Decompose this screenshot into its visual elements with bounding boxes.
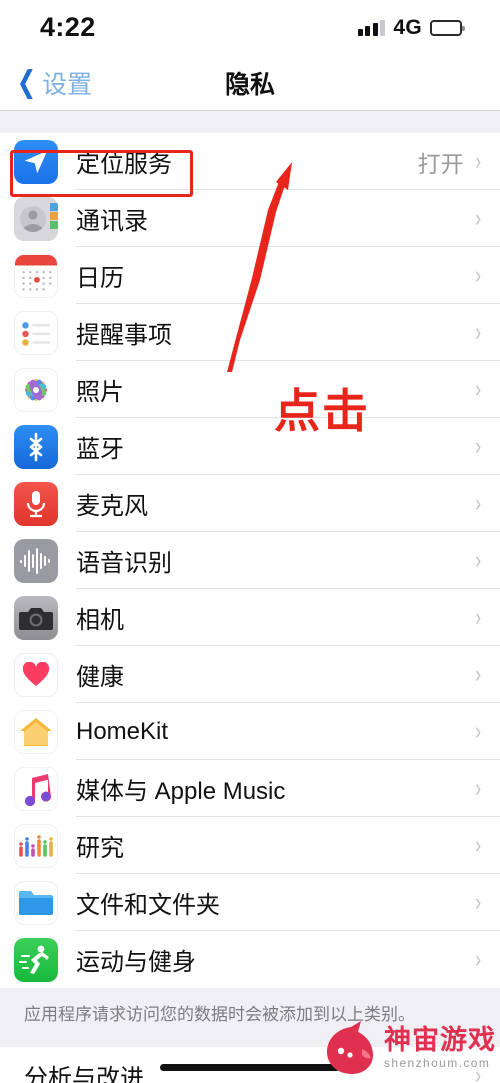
chevron-right-icon: ›	[474, 375, 481, 403]
home-indicator	[160, 1064, 340, 1071]
privacy-row-location-services[interactable]: 定位服务 打开 ›	[0, 133, 500, 190]
privacy-row-camera[interactable]: 相机 ›	[0, 589, 500, 646]
privacy-row-files-folders[interactable]: 文件和文件夹 ›	[0, 874, 500, 931]
chevron-right-icon: ›	[474, 147, 481, 175]
privacy-row-bluetooth[interactable]: 蓝牙 ›	[0, 418, 500, 475]
privacy-row-label: 蓝牙	[76, 436, 124, 463]
privacy-row-value: 打开	[417, 150, 464, 177]
privacy-row-label: 通讯录	[76, 208, 148, 235]
status-bar-time: 4:22	[40, 12, 96, 42]
privacy-row-photos[interactable]: 照片 ›	[0, 361, 500, 418]
privacy-row-label: 麦克风	[76, 493, 148, 520]
health-icon	[14, 652, 58, 697]
chevron-right-icon: ›	[474, 318, 481, 346]
microphone-icon	[14, 481, 58, 526]
photos-icon	[14, 367, 58, 412]
chevron-right-icon: ›	[474, 660, 481, 688]
speech-recognition-icon	[14, 538, 58, 583]
fitness-icon	[14, 937, 58, 982]
privacy-row-label: 日历	[76, 265, 124, 292]
privacy-footer-note: 应用程序请求访问您的数据时会被添加到以上类别。	[0, 988, 500, 1047]
chevron-right-icon: ›	[474, 261, 481, 289]
section-gap-top	[0, 111, 500, 133]
privacy-row-label: 运动与健身	[76, 949, 196, 976]
chevron-right-icon: ›	[474, 774, 481, 802]
privacy-row-label: 照片	[76, 379, 124, 406]
back-button-label: 设置	[42, 70, 93, 99]
chevron-right-icon: ›	[474, 489, 481, 517]
calendar-icon	[14, 253, 58, 298]
iphone-screen: 4:22 4G ❮ 设置 隐私 定位服务 打开 › 通讯录 › 日历 › 提醒事项 › 照片 › 蓝牙…	[0, 0, 500, 1083]
bluetooth-icon	[14, 424, 58, 469]
privacy-row-microphone[interactable]: 麦克风 ›	[0, 475, 500, 532]
research-icon	[14, 823, 58, 868]
files-folders-icon	[14, 880, 58, 925]
battery-icon	[430, 19, 465, 36]
privacy-row-speech-recognition[interactable]: 语音识别 ›	[0, 532, 500, 589]
chevron-right-icon: ›	[474, 888, 481, 916]
apple-music-icon	[14, 766, 58, 811]
location-services-icon	[14, 139, 58, 184]
privacy-list: 定位服务 打开 › 通讯录 › 日历 › 提醒事项 › 照片 › 蓝牙 › 麦克风 › 语音识别 › 相机 › 健康 ›…	[0, 133, 500, 988]
privacy-row-label: 媒体与 Apple Music	[76, 778, 286, 805]
chevron-right-icon: ›	[474, 1060, 481, 1083]
privacy-row-label: 研究	[76, 835, 124, 862]
privacy-row-calendar[interactable]: 日历 ›	[0, 247, 500, 304]
privacy-row-health[interactable]: 健康 ›	[0, 646, 500, 703]
network-type-label: 4G	[393, 15, 422, 39]
chevron-right-icon: ›	[474, 717, 481, 745]
privacy-row-apple-music[interactable]: 媒体与 Apple Music ›	[0, 760, 500, 817]
reminders-icon	[14, 310, 58, 355]
status-bar-indicators: 4G	[357, 15, 465, 40]
privacy-row-label: 语音识别	[76, 550, 172, 577]
status-bar: 4:22 4G	[0, 0, 500, 55]
chevron-right-icon: ›	[474, 603, 481, 631]
chevron-right-icon: ›	[474, 831, 481, 859]
privacy-row-label: 健康	[76, 664, 124, 691]
privacy-row-label: 定位服务	[76, 151, 172, 178]
signal-bars-icon	[357, 19, 386, 36]
privacy-row-label: 文件和文件夹	[76, 892, 220, 919]
camera-icon	[14, 595, 58, 640]
privacy-row-fitness[interactable]: 运动与健身 ›	[0, 931, 500, 988]
chevron-right-icon: ›	[474, 945, 481, 973]
chevron-right-icon: ›	[474, 204, 481, 232]
privacy-row-label: 相机	[76, 607, 124, 634]
privacy-row-reminders[interactable]: 提醒事项 ›	[0, 304, 500, 361]
privacy-row-label: HomeKit	[76, 717, 169, 745]
homekit-icon	[14, 709, 58, 754]
privacy-row-homekit[interactable]: HomeKit ›	[0, 703, 500, 760]
navigation-bar: ❮ 设置 隐私	[0, 55, 500, 110]
chevron-right-icon: ›	[474, 546, 481, 574]
privacy-row-label: 提醒事项	[76, 322, 172, 349]
privacy-row-contacts[interactable]: 通讯录 ›	[0, 190, 500, 247]
back-button[interactable]: ❮ 设置	[0, 65, 92, 101]
contacts-icon	[14, 196, 58, 241]
privacy-row-research[interactable]: 研究 ›	[0, 817, 500, 874]
chevron-left-icon: ❮	[16, 65, 37, 99]
chevron-right-icon: ›	[474, 432, 481, 460]
